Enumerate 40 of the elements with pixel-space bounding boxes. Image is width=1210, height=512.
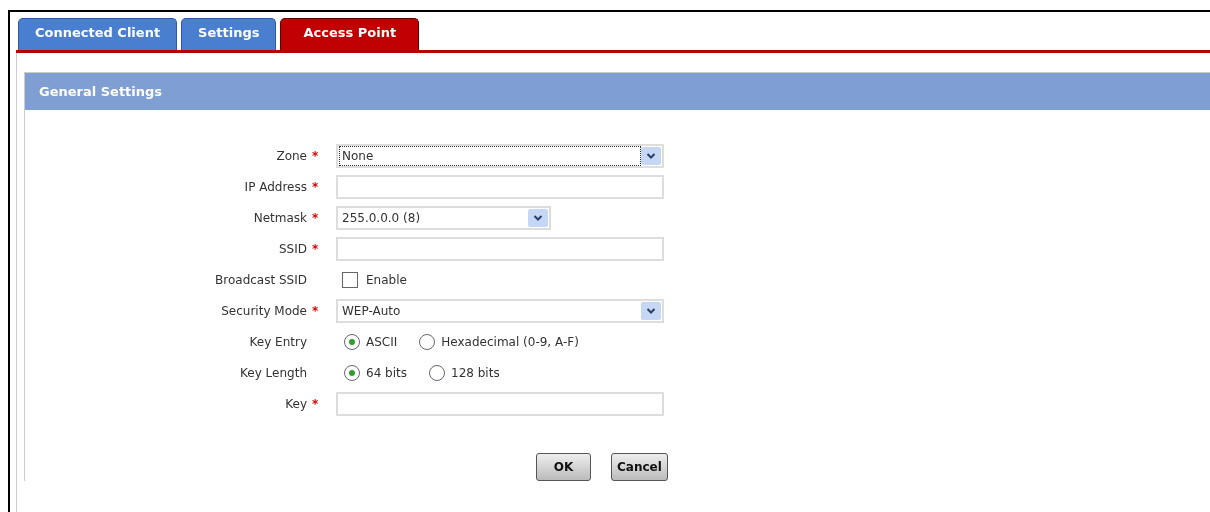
- radio-button[interactable]: [344, 333, 360, 350]
- required-asterisk: *: [312, 148, 319, 163]
- radio-button[interactable]: [419, 333, 436, 350]
- field-label: Broadcast SSID: [215, 272, 307, 287]
- option-label: 128 bits: [451, 365, 500, 380]
- dropdown[interactable]: 255.0.0.0 (8): [336, 205, 551, 230]
- checkbox[interactable]: [342, 271, 358, 288]
- button[interactable]: OK: [536, 453, 591, 481]
- section-header: General Settings: [25, 73, 1210, 110]
- field-label: SSID: [279, 241, 307, 256]
- required-asterisk: *: [312, 396, 319, 411]
- field-label: IP Address: [244, 179, 307, 194]
- input-field[interactable]: [336, 236, 664, 261]
- input-field[interactable]: [336, 391, 664, 416]
- option-label: 64 bits: [366, 365, 407, 380]
- field-label: Key Length: [240, 365, 307, 380]
- required-asterisk: *: [312, 210, 319, 225]
- tab[interactable]: Settings: [181, 18, 277, 50]
- input-field[interactable]: [336, 174, 664, 199]
- required-asterisk: *: [312, 179, 319, 194]
- radio-button[interactable]: [344, 364, 360, 381]
- caret-icon: [641, 146, 661, 165]
- dropdown[interactable]: None: [336, 143, 664, 168]
- tab[interactable]: Access Point: [280, 18, 420, 50]
- required-asterisk: *: [312, 303, 319, 318]
- field-label: Security Mode: [221, 303, 307, 318]
- required-asterisk: *: [312, 241, 319, 256]
- field-label: Netmask: [253, 210, 307, 225]
- dropdown[interactable]: WEP-Auto: [336, 298, 664, 323]
- option-label: Enable: [366, 272, 407, 287]
- field-label: Key Entry: [249, 334, 307, 349]
- caret-icon: [528, 208, 548, 227]
- tab[interactable]: Connected Client: [18, 18, 178, 50]
- radio-button[interactable]: [429, 364, 445, 381]
- option-label: ASCII: [366, 334, 398, 349]
- caret-icon: [641, 301, 661, 320]
- button[interactable]: Cancel: [611, 453, 668, 481]
- field-label: Zone: [276, 148, 307, 163]
- field-label: Key: [285, 396, 307, 411]
- option-label: Hexadecimal (0-9, A-F): [441, 334, 579, 349]
